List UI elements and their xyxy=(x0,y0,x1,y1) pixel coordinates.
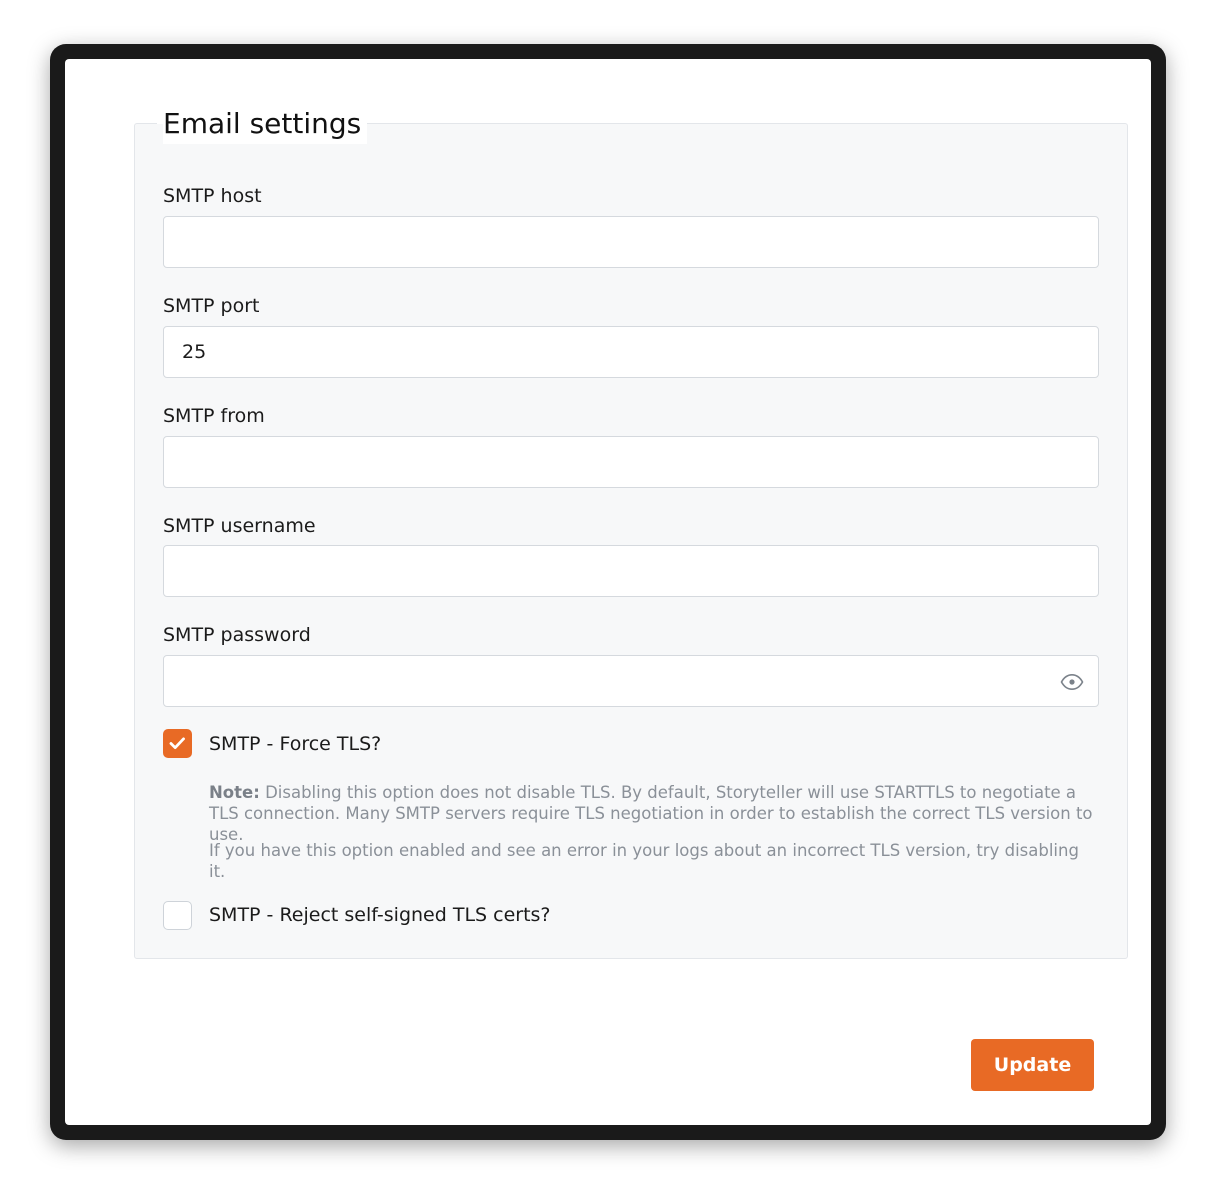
smtp-from-input[interactable] xyxy=(163,436,1099,488)
checkmark-icon xyxy=(169,737,185,750)
screen: Email settings SMTP host SMTP port 25 SM… xyxy=(65,59,1151,1125)
smtp-from-label: SMTP from xyxy=(163,405,265,427)
force-tls-label: SMTP - Force TLS? xyxy=(209,733,382,755)
smtp-username-label: SMTP username xyxy=(163,515,316,537)
reject-self-signed-label: SMTP - Reject self-signed TLS certs? xyxy=(209,904,551,926)
smtp-password-input[interactable] xyxy=(163,655,1099,707)
smtp-port-input[interactable]: 25 xyxy=(163,326,1099,378)
eye-icon[interactable] xyxy=(1060,670,1084,694)
reject-self-signed-checkbox[interactable] xyxy=(163,901,192,930)
smtp-password-label: SMTP password xyxy=(163,624,311,646)
device-frame: Email settings SMTP host SMTP port 25 SM… xyxy=(50,44,1166,1140)
section-title: Email settings xyxy=(163,104,368,144)
force-tls-note-2: If you have this option enabled and see … xyxy=(209,841,1079,881)
email-settings-fieldset: Email settings SMTP host SMTP port 25 SM… xyxy=(134,102,1128,959)
force-tls-note: Note: Disabling this option does not dis… xyxy=(209,782,1099,845)
force-tls-checkbox[interactable] xyxy=(163,729,192,758)
note-text: Disabling this option does not disable T… xyxy=(209,783,1093,844)
note-bold: Note: xyxy=(209,783,260,802)
smtp-port-label: SMTP port xyxy=(163,295,260,317)
update-button[interactable]: Update xyxy=(971,1039,1094,1091)
smtp-host-label: SMTP host xyxy=(163,185,262,207)
smtp-host-input[interactable] xyxy=(163,216,1099,268)
smtp-username-input[interactable] xyxy=(163,545,1099,597)
